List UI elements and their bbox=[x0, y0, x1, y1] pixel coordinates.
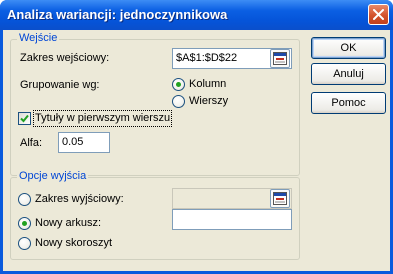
checkmark-icon bbox=[20, 114, 29, 123]
new-sheet-radio[interactable] bbox=[18, 217, 31, 230]
new-workbook-radio[interactable] bbox=[18, 237, 31, 250]
grouping-rows-label[interactable]: Wierszy bbox=[189, 95, 228, 107]
close-icon bbox=[373, 9, 384, 20]
labels-checkbox[interactable] bbox=[18, 112, 31, 125]
new-sheet-label[interactable]: Nowy arkusz: bbox=[35, 217, 101, 229]
dialog-title: Analiza wariancji: jednoczynnikowa bbox=[7, 7, 228, 22]
output-group-title: Opcje wyjścia bbox=[17, 170, 89, 182]
alpha-field[interactable]: 0.05 bbox=[58, 132, 110, 153]
labels-checkbox-label[interactable]: Tytuły w pierwszym wierszu bbox=[35, 112, 170, 124]
grouping-rows-radio[interactable] bbox=[172, 95, 185, 108]
collapse-dialog-icon bbox=[273, 52, 287, 65]
alpha-label: Alfa: bbox=[20, 137, 43, 149]
title-bar[interactable]: Analiza wariancji: jednoczynnikowa bbox=[0, 0, 393, 30]
new-workbook-label[interactable]: Nowy skoroszyt bbox=[35, 237, 112, 249]
grouping-columns-radio[interactable] bbox=[172, 78, 185, 91]
output-range-collapse-button[interactable] bbox=[270, 189, 290, 208]
alpha-value: 0.05 bbox=[62, 136, 84, 148]
grouping-label: Grupowanie wg: bbox=[20, 79, 100, 91]
collapse-dialog-icon bbox=[273, 192, 287, 205]
input-range-label: Zakres wejściowy: bbox=[20, 52, 110, 64]
input-range-value: $A$1:$D$22 bbox=[176, 52, 238, 64]
ok-button[interactable]: OK bbox=[311, 37, 386, 59]
dialog-client-area: Wejście Zakres wejściowy: $A$1:$D$22 Gru… bbox=[3, 30, 390, 271]
input-group-title: Wejście bbox=[17, 32, 60, 44]
output-range-label[interactable]: Zakres wyjściowy: bbox=[35, 193, 124, 205]
grouping-columns-label[interactable]: Kolumn bbox=[189, 78, 226, 90]
cancel-button[interactable]: Anuluj bbox=[311, 63, 386, 85]
output-range-radio[interactable] bbox=[18, 193, 31, 206]
dialog-window: Analiza wariancji: jednoczynnikowa Wejśc… bbox=[0, 0, 393, 274]
new-sheet-field[interactable] bbox=[172, 209, 292, 230]
close-button[interactable] bbox=[368, 4, 389, 25]
input-range-collapse-button[interactable] bbox=[270, 49, 290, 68]
help-button[interactable]: Pomoc bbox=[311, 92, 386, 114]
